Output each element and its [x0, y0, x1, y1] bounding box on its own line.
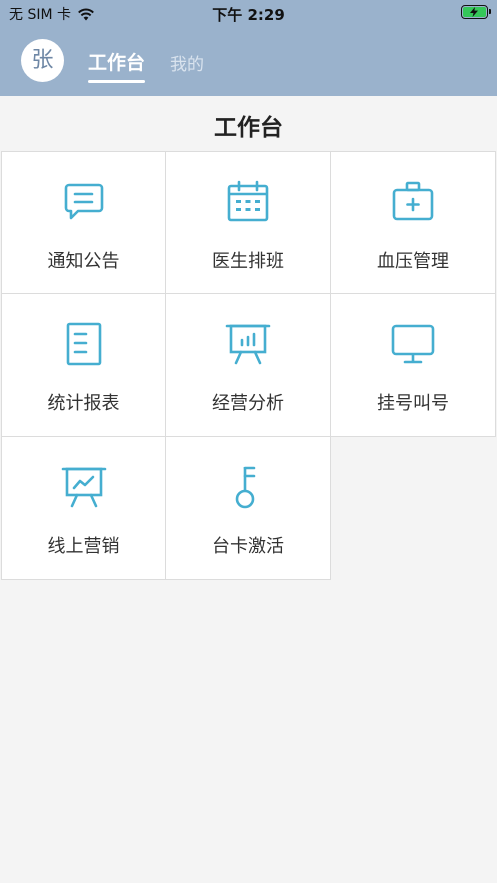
grid-item-label: 线上营销 [47, 536, 120, 557]
function-grid: 通知公告 医生排班 血压管理 统计报表 经营分析 挂号叫号 线上营销 台卡激活 [1, 151, 497, 580]
charging-icon [470, 7, 478, 17]
document-icon [66, 322, 101, 366]
monitor-icon [391, 324, 435, 364]
grid-item-notice[interactable]: 通知公告 [1, 151, 166, 294]
grid-item-blood-pressure[interactable]: 血压管理 [331, 151, 496, 294]
grid-item-card-activation[interactable]: 台卡激活 [166, 437, 331, 580]
grid-item-label: 台卡激活 [212, 536, 284, 557]
status-bar: 无 SIM 卡 下午 2:29 [0, 0, 497, 26]
grid-item-schedule[interactable]: 医生排班 [166, 151, 331, 294]
grid-item-label: 通知公告 [47, 251, 120, 272]
grid-item-label: 统计报表 [47, 393, 120, 414]
clock: 下午 2:29 [212, 6, 285, 24]
page-title: 工作台 [214, 115, 283, 141]
tab-mine[interactable]: 我的 [170, 50, 204, 75]
grid-item-reports[interactable]: 统计报表 [1, 294, 166, 437]
header: 无 SIM 卡 下午 2:29 张 工作台 我的 [0, 0, 497, 96]
avatar[interactable]: 张 [21, 39, 64, 82]
chat-icon [64, 183, 103, 220]
grid-item-label: 医生排班 [212, 251, 284, 272]
medical-kit-icon [392, 181, 434, 221]
grid-item-label: 血压管理 [377, 251, 449, 272]
battery-icon [461, 5, 491, 19]
key-icon [235, 466, 256, 509]
grid-item-label: 经营分析 [212, 393, 284, 414]
nav-bar: 张 工作台 我的 [0, 36, 497, 86]
grid-item-queue-call[interactable]: 挂号叫号 [331, 294, 496, 437]
tab-workbench[interactable]: 工作台 [88, 48, 146, 83]
grid-item-label: 挂号叫号 [377, 393, 449, 414]
presentation-trend-icon [61, 467, 106, 508]
calendar-icon [227, 180, 269, 222]
grid-item-marketing[interactable]: 线上营销 [1, 437, 166, 580]
grid-item-analysis[interactable]: 经营分析 [166, 294, 331, 437]
presentation-chart-icon [225, 324, 271, 365]
